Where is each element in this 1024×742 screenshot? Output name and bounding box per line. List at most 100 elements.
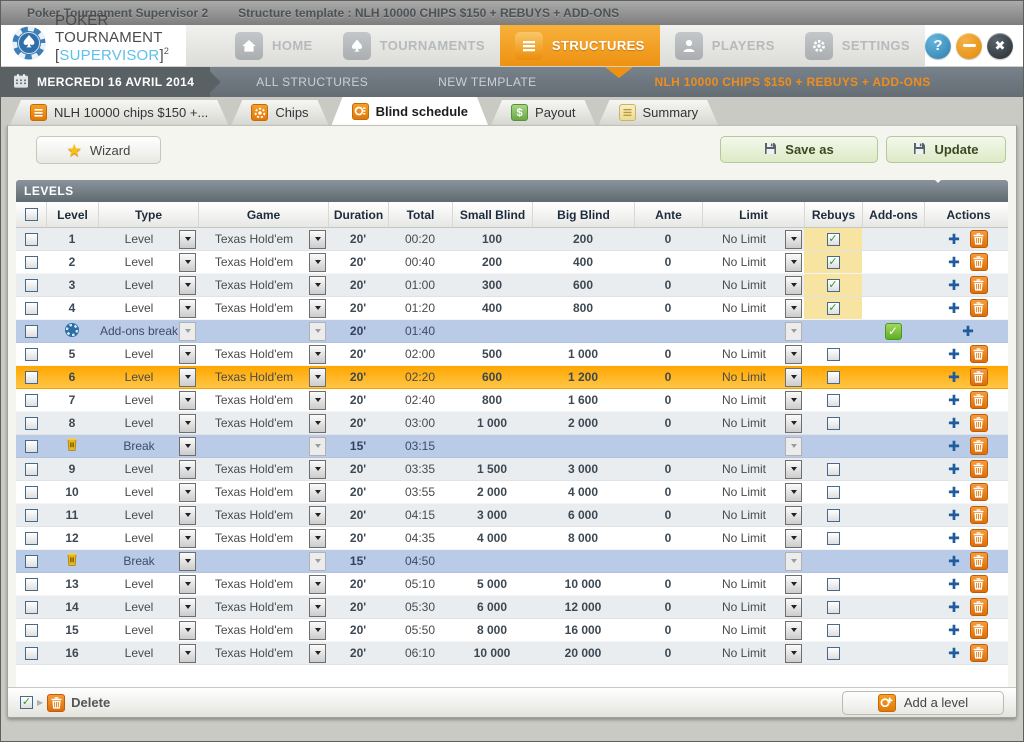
row-checkbox[interactable] [25,601,38,614]
table-row[interactable]: 14LevelTexas Hold'em20'05:306 00012 0000… [16,596,1008,619]
dropdown-button[interactable] [179,414,196,433]
dropdown-button[interactable] [179,598,196,617]
delete-row-button[interactable] [970,368,988,386]
column-header-add-ons[interactable]: Add-ons [862,202,924,227]
row-checkbox[interactable] [25,624,38,637]
row-checkbox[interactable] [25,440,38,453]
row-checkbox[interactable] [25,417,38,430]
row-checkbox[interactable] [25,486,38,499]
help-button[interactable]: ? [925,33,951,59]
column-header-total[interactable]: Total [388,202,452,227]
nav-item-home[interactable]: HOME [220,25,328,66]
dropdown-button[interactable] [179,253,196,272]
rebuys-checkbox[interactable] [827,601,840,614]
insert-row-button[interactable]: ✚ [948,623,960,637]
tab-template-name[interactable]: NLH 10000 chips $150 +... [10,100,228,125]
row-checkbox[interactable] [25,394,38,407]
dropdown-button[interactable] [785,368,802,387]
dropdown-button[interactable] [785,598,802,617]
insert-row-button[interactable]: ✚ [948,577,960,591]
nav-item-players[interactable]: PLAYERS [660,25,790,66]
dropdown-button[interactable] [179,529,196,548]
insert-row-button[interactable]: ✚ [948,278,960,292]
insert-row-button[interactable]: ✚ [948,531,960,545]
rebuys-checkbox[interactable]: ✓ [827,302,840,315]
rebuys-checkbox[interactable] [827,417,840,430]
delete-row-button[interactable] [970,253,988,271]
table-row[interactable]: Add-ons break20'01:40✓✚ [16,320,1008,343]
delete-row-button[interactable] [970,460,988,478]
row-checkbox[interactable] [25,371,38,384]
dropdown-button[interactable] [309,299,326,318]
footer-select-checkbox[interactable]: ✓ [20,696,33,709]
rebuys-checkbox[interactable] [827,371,840,384]
row-checkbox[interactable] [25,348,38,361]
column-header-ante[interactable]: Ante [634,202,702,227]
wizard-button[interactable]: ★ Wizard [36,136,161,164]
nav-item-tournaments[interactable]: TOURNAMENTS [328,25,500,66]
dropdown-button[interactable] [309,414,326,433]
dropdown-button[interactable] [785,575,802,594]
dropdown-button[interactable] [309,598,326,617]
dropdown-button[interactable] [785,345,802,364]
row-checkbox[interactable] [25,647,38,660]
dropdown-button[interactable] [785,391,802,410]
dropdown-button[interactable] [309,460,326,479]
dropdown-button[interactable] [309,506,326,525]
dropdown-button[interactable] [179,552,196,571]
delete-row-button[interactable] [970,230,988,248]
insert-row-button[interactable]: ✚ [948,232,960,246]
footer-trash-icon[interactable] [47,694,65,712]
dropdown-button[interactable] [179,368,196,387]
rebuys-checkbox[interactable]: ✓ [827,279,840,292]
tab-payout[interactable]: $ Payout [491,100,595,125]
row-checkbox[interactable] [25,578,38,591]
table-row[interactable]: 10LevelTexas Hold'em20'03:552 0004 0000N… [16,481,1008,504]
dropdown-button[interactable] [785,299,802,318]
save-as-button[interactable]: Save as [720,136,878,163]
dropdown-button[interactable] [179,621,196,640]
dropdown-button[interactable] [179,506,196,525]
column-header-type[interactable]: Type [98,202,198,227]
delete-row-button[interactable] [970,529,988,547]
insert-row-button[interactable]: ✚ [948,646,960,660]
table-row[interactable]: Break15'04:50✚ [16,550,1008,573]
table-row[interactable]: 7LevelTexas Hold'em20'02:408001 6000No L… [16,389,1008,412]
delete-row-button[interactable] [970,506,988,524]
dropdown-button[interactable] [309,483,326,502]
rebuys-checkbox[interactable] [827,394,840,407]
tab-summary[interactable]: Summary [599,100,719,125]
dropdown-button[interactable] [785,529,802,548]
row-checkbox[interactable] [25,233,38,246]
rebuys-checkbox[interactable] [827,624,840,637]
dropdown-button[interactable] [179,575,196,594]
delete-row-button[interactable] [970,575,988,593]
dropdown-button[interactable] [785,644,802,663]
column-header-big-blind[interactable]: Big Blind [532,202,634,227]
column-header-game[interactable]: Game [198,202,328,227]
dropdown-button[interactable] [785,230,802,249]
row-checkbox[interactable] [25,555,38,568]
row-checkbox[interactable] [25,325,38,338]
insert-row-button[interactable]: ✚ [948,255,960,269]
row-checkbox[interactable] [25,532,38,545]
rebuys-checkbox[interactable] [827,486,840,499]
table-row[interactable]: 13LevelTexas Hold'em20'05:105 00010 0000… [16,573,1008,596]
rebuys-checkbox[interactable] [827,647,840,660]
rebuys-checkbox[interactable] [827,463,840,476]
dropdown-button[interactable] [309,253,326,272]
dropdown-button[interactable] [309,230,326,249]
table-row[interactable]: 4LevelTexas Hold'em20'01:204008000No Lim… [16,297,1008,320]
dropdown-button[interactable] [179,644,196,663]
dropdown-button[interactable] [309,529,326,548]
tab-blind-schedule[interactable]: Blind schedule [332,97,488,125]
dropdown-button[interactable] [309,345,326,364]
insert-row-button[interactable]: ✚ [948,554,960,568]
delete-row-button[interactable] [970,483,988,501]
nav-item-settings[interactable]: SETTINGS [790,25,925,66]
column-header-limit[interactable]: Limit [702,202,804,227]
column-header-duration[interactable]: Duration [328,202,388,227]
dropdown-button[interactable] [309,644,326,663]
table-row[interactable]: 3LevelTexas Hold'em20'01:003006000No Lim… [16,274,1008,297]
dropdown-button[interactable] [179,483,196,502]
